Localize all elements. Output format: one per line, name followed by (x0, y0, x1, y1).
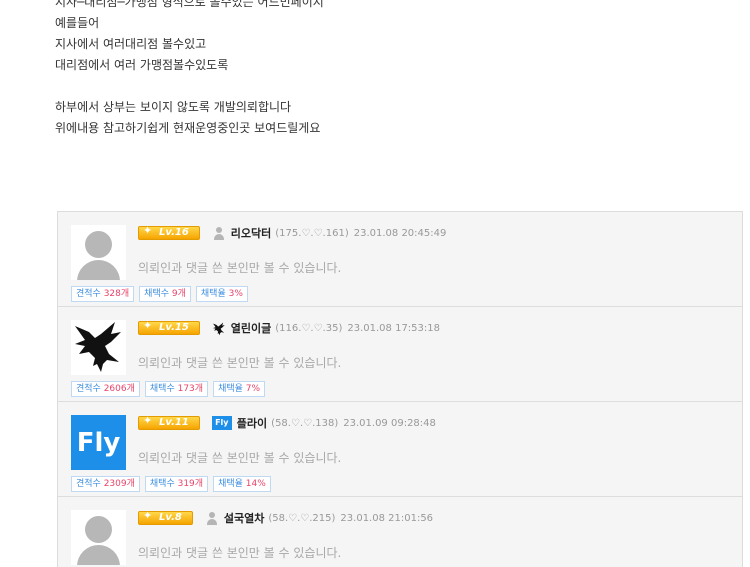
level-badge: ✦ Lv.15 (138, 319, 200, 335)
user-avatar[interactable] (71, 225, 126, 280)
quote-count: 328개 (103, 289, 130, 299)
ip-address: (116.♡.♡.35) (275, 322, 343, 334)
quote-count-label: 견적수 (76, 479, 104, 489)
quote-count-badge: 견적수 328개 (71, 286, 135, 302)
star-icon: ✦ (143, 224, 153, 237)
level-badge: ✦ Lv.11 (138, 414, 200, 430)
pick-rate: 14% (245, 479, 266, 489)
comment-text: 의뢰인과 댓글 쓴 본인만 볼 수 있습니다. (138, 451, 342, 465)
ip-address: (58.♡.♡.215) (268, 512, 336, 524)
user-icon-body (77, 260, 120, 280)
pick-count-badge: 채택수 173개 (144, 381, 209, 397)
user-avatar[interactable] (71, 320, 126, 375)
stats-row: 견적수 328개 채택수 9개 채택율 3% (71, 286, 248, 302)
fly-logo-icon: Fly (76, 427, 121, 458)
quote-count-badge: 견적수 2606개 (71, 381, 140, 397)
nickname[interactable]: 설국열차 (224, 510, 264, 526)
level-label: Lv.15 (159, 322, 189, 333)
level-badge: ✦ Lv.8 (138, 509, 193, 525)
pick-count-badge: 채택수 319개 (144, 476, 209, 492)
pick-count: 9개 (171, 289, 186, 299)
star-icon: ✦ (143, 509, 153, 522)
comment-list: ✦ Lv.16 리오닥터 (175.♡.♡.161) 23.01.08 20:45… (57, 211, 743, 567)
user-avatar[interactable]: Fly (71, 415, 126, 470)
pick-rate-badge: 채택율 14% (213, 476, 271, 492)
comment-item: ✦ Lv.16 리오닥터 (175.♡.♡.161) 23.01.08 20:45… (58, 212, 742, 307)
pick-count: 319개 (177, 479, 204, 489)
nickname[interactable]: 열린이글 (231, 320, 271, 336)
level-label: Lv.8 (159, 512, 182, 523)
star-icon: ✦ (143, 414, 153, 427)
level-label: Lv.16 (159, 227, 189, 238)
user-icon (85, 231, 112, 258)
pick-count-badge: 채택수 9개 (139, 286, 191, 302)
pick-rate-label: 채택율 (218, 479, 246, 489)
pick-count-label: 채택수 (144, 289, 172, 299)
user-avatar[interactable] (71, 510, 126, 565)
pick-rate: 3% (228, 289, 243, 299)
post-line: 위에내용 참고하기쉽게 현재운영중인곳 보여드릴게요 (55, 121, 321, 135)
comment-text: 의뢰인과 댓글 쓴 본인만 볼 수 있습니다. (138, 261, 342, 275)
pick-rate-badge: 채택율 3% (195, 286, 248, 302)
quote-count-label: 견적수 (76, 384, 104, 394)
level-badge: ✦ Lv.16 (138, 224, 200, 240)
quote-count: 2606개 (103, 384, 135, 394)
stats-row: 견적수 2606개 채택수 173개 채택율 7% (71, 381, 266, 397)
comment-item: Fly ✦ Lv.11 Fly 플라이 (58.♡.♡.138) 23.01.09… (58, 402, 742, 497)
quote-count: 2309개 (103, 479, 135, 489)
ip-address: (58.♡.♡.138) (271, 417, 339, 429)
post-line: 지사에서 여러대리점 볼수있고 (55, 37, 207, 51)
level-label: Lv.11 (159, 417, 189, 428)
post-line: 지사─대리점─가맹점 형식으로 볼수있는 어드민페이지 (55, 0, 324, 9)
user-icon (212, 226, 226, 240)
comment-date: 23.01.08 17:53:18 (347, 322, 440, 334)
comment-meta: ✦ Lv.11 Fly 플라이 (58.♡.♡.138) 23.01.09 09:… (138, 415, 436, 431)
pick-rate: 7% (245, 384, 261, 394)
eagle-icon (212, 321, 226, 336)
post-line: 하부에서 상부는 보이지 않도록 개발의뢰합니다 (55, 100, 292, 114)
comment-date: 23.01.09 09:28:48 (343, 417, 436, 429)
pick-rate-label: 채택율 (218, 384, 246, 394)
pick-count-label: 채택수 (149, 384, 178, 394)
eagle-icon (75, 322, 121, 372)
stats-row: 견적수 2309개 채택수 319개 채택율 14% (71, 476, 271, 492)
comment-meta: ✦ Lv.16 리오닥터 (175.♡.♡.161) 23.01.08 20:45… (138, 225, 446, 241)
user-icon-body (77, 545, 120, 565)
star-icon: ✦ (143, 319, 153, 332)
comment-meta: ✦ Lv.8 설국열차 (58.♡.♡.215) 23.01.08 21:01:5… (138, 510, 433, 526)
pick-count-label: 채택수 (149, 479, 178, 489)
comment-text: 의뢰인과 댓글 쓴 본인만 볼 수 있습니다. (138, 546, 342, 560)
comment-meta: ✦ Lv.15 열린이글 (116.♡.♡.35) 23.01.08 17:53:… (138, 320, 440, 336)
user-icon (205, 511, 219, 525)
nickname[interactable]: 플라이 (237, 415, 267, 431)
pick-rate-badge: 채택율 7% (213, 381, 266, 397)
ip-address: (175.♡.♡.161) (275, 227, 349, 239)
comment-date: 23.01.08 21:01:56 (340, 512, 434, 524)
post-line: 예를들어 (55, 16, 100, 30)
post-line: 대리점에서 여러 가맹점볼수있도록 (55, 58, 229, 72)
comment-item: ✦ Lv.8 설국열차 (58.♡.♡.215) 23.01.08 21:01:5… (58, 497, 742, 567)
comment-item: ✦ Lv.15 열린이글 (116.♡.♡.35) 23.01.08 17:53:… (58, 307, 742, 402)
quote-count-label: 견적수 (76, 289, 104, 299)
comment-date: 23.01.08 20:45:49 (353, 227, 447, 239)
quote-count-badge: 견적수 2309개 (71, 476, 140, 492)
comment-text: 의뢰인과 댓글 쓴 본인만 볼 수 있습니다. (138, 356, 342, 370)
fly-logo-icon: Fly (211, 416, 232, 430)
pick-rate-label: 채택율 (200, 289, 229, 299)
post-body: 지사─대리점─가맹점 형식으로 볼수있는 어드민페이지 예를들어 지사에서 여러… (55, 0, 715, 139)
nickname[interactable]: 리오닥터 (231, 225, 271, 241)
user-icon (85, 516, 112, 543)
pick-count: 173개 (177, 384, 204, 394)
